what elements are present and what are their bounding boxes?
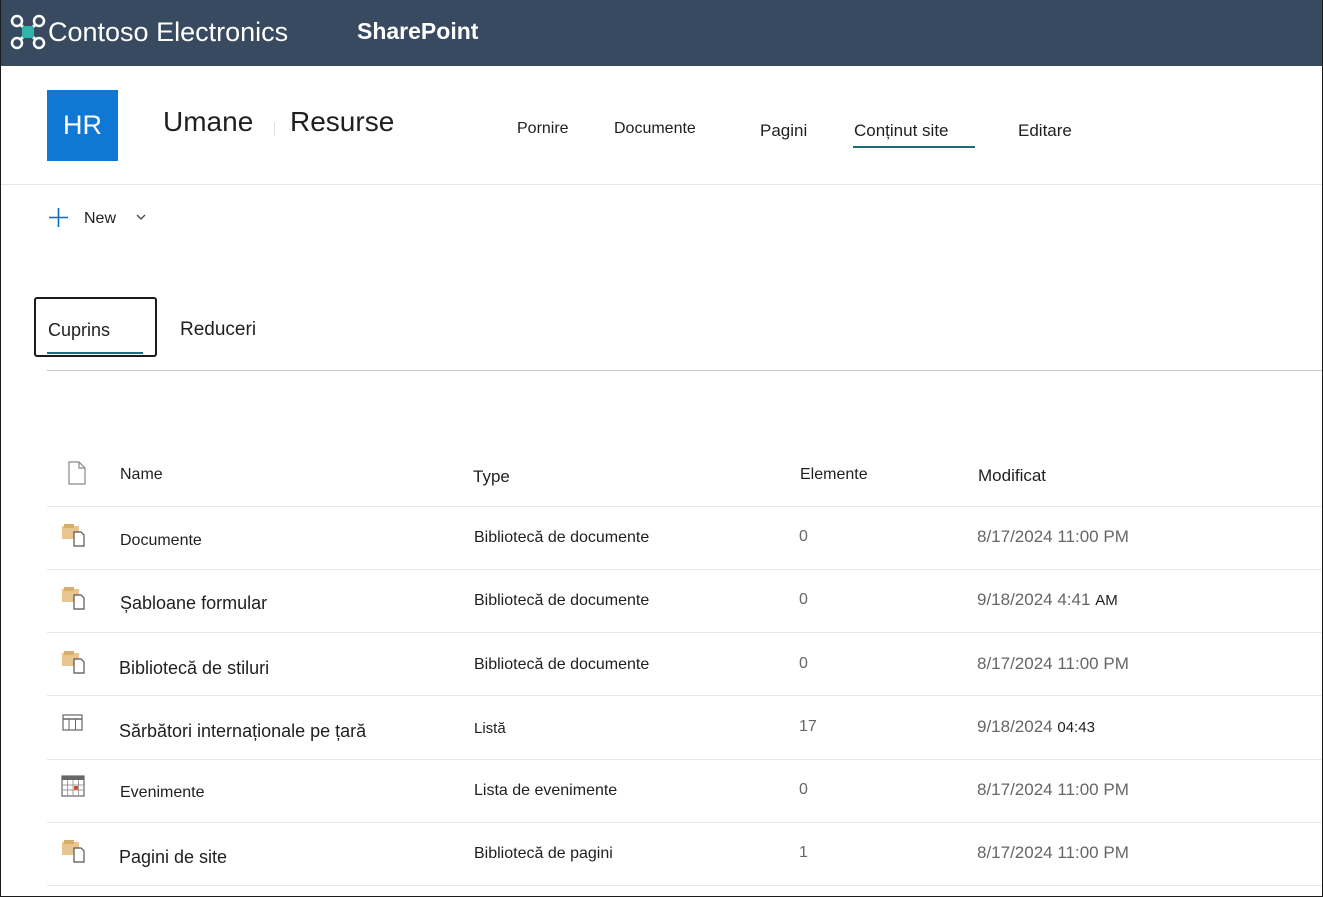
row-divider	[47, 506, 1323, 507]
row-items: 0	[799, 528, 808, 545]
nav-item-documente[interactable]: Documente	[614, 120, 696, 138]
site-header: HR Umane Resurse Pornire Documente Pagin…	[0, 66, 1323, 185]
document-library-icon	[62, 587, 85, 610]
row-type: Lista de evenimente	[474, 782, 618, 799]
contoso-logo-icon[interactable]	[10, 14, 46, 50]
document-library-icon	[62, 651, 85, 674]
nav-selected-indicator	[853, 146, 975, 148]
row-divider	[47, 695, 1323, 696]
row-name[interactable]: Bibliotecă de stiluri	[119, 658, 269, 679]
row-modified: 9/18/2024 4:41 AM	[977, 590, 1118, 609]
row-divider	[47, 632, 1323, 633]
column-header-type[interactable]: Type	[473, 467, 510, 487]
row-modified: 8/17/2024 11:00 PM	[977, 780, 1129, 799]
row-name[interactable]: Sărbători internaționale pe țară	[119, 721, 366, 742]
file-icon	[68, 461, 86, 485]
nav-item-pornire[interactable]: Pornire	[517, 120, 569, 138]
site-title-separator	[274, 122, 275, 136]
site-logo[interactable]: HR	[47, 90, 118, 161]
row-divider	[47, 885, 1323, 886]
row-modified: 8/17/2024 11:00 PM	[977, 843, 1129, 862]
app-name[interactable]: SharePoint	[357, 18, 478, 45]
row-type: Listă	[474, 720, 506, 737]
document-library-icon	[62, 524, 85, 547]
column-header-items[interactable]: Elemente	[800, 466, 868, 484]
row-type: Bibliotecă de documente	[474, 529, 650, 546]
suite-bar: Contoso Electronics SharePoint	[0, 0, 1323, 66]
row-items: 1	[799, 844, 808, 861]
tabs-divider	[47, 370, 1323, 371]
column-header-modified[interactable]: Modificat	[978, 466, 1046, 486]
site-title-part-1[interactable]: Umane	[163, 106, 253, 138]
row-modified: 8/17/2024 11:00 PM	[977, 527, 1129, 546]
tab-selected-indicator	[47, 352, 143, 354]
tab-reduceri[interactable]: Reduceri	[180, 319, 256, 341]
row-type: Bibliotecă de documente	[474, 592, 650, 609]
nav-item-pagini[interactable]: Pagini	[760, 121, 807, 141]
site-logo-initials: HR	[63, 110, 102, 140]
calendar-icon	[61, 775, 85, 797]
row-items: 0	[799, 591, 808, 608]
row-divider	[47, 569, 1323, 570]
row-divider	[47, 759, 1323, 760]
row-items: 0	[799, 781, 808, 798]
row-items: 0	[799, 655, 808, 672]
row-divider	[47, 822, 1323, 823]
row-type: Bibliotecă de pagini	[474, 845, 613, 862]
new-button[interactable]: New	[84, 210, 116, 228]
row-modified: 9/18/2024 04:43	[977, 717, 1095, 736]
list-icon	[62, 714, 83, 731]
nav-item-continut-site[interactable]: Conținut site	[854, 121, 949, 141]
tab-cuprins-label[interactable]: Cuprins	[48, 320, 110, 341]
row-name[interactable]: Documente	[120, 532, 202, 550]
document-library-icon	[62, 840, 85, 863]
nav-item-editare[interactable]: Editare	[1018, 121, 1072, 141]
column-header-name[interactable]: Name	[120, 466, 163, 484]
row-type: Bibliotecă de documente	[474, 656, 650, 673]
site-title-part-2[interactable]: Resurse	[290, 106, 394, 138]
plus-icon[interactable]	[48, 207, 69, 228]
row-items: 17	[799, 718, 817, 735]
organization-name[interactable]: Contoso Electronics	[48, 17, 288, 48]
row-name[interactable]: Pagini de site	[119, 847, 227, 868]
chevron-down-icon[interactable]	[135, 211, 147, 223]
row-name[interactable]: Șabloane formular	[120, 593, 267, 614]
row-name[interactable]: Evenimente	[120, 784, 205, 802]
row-modified: 8/17/2024 11:00 PM	[977, 654, 1129, 673]
